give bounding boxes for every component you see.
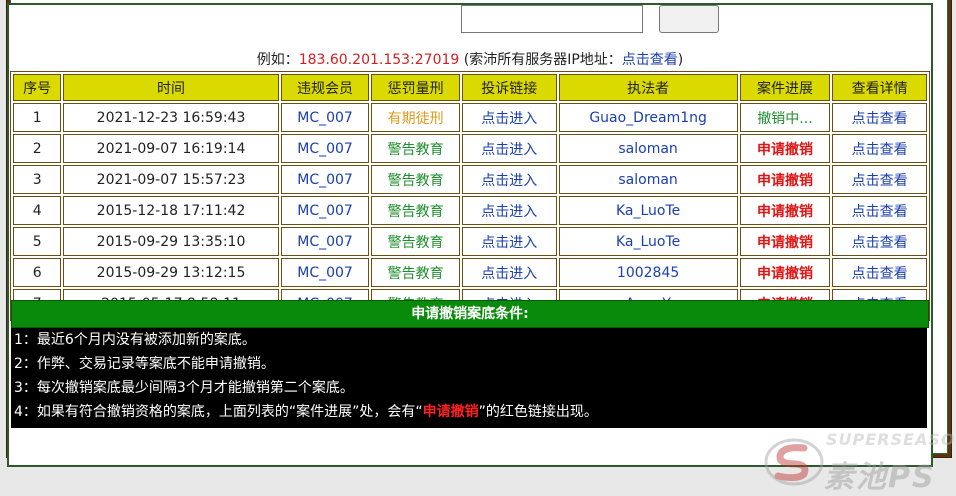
search-input[interactable] — [461, 5, 643, 33]
search-button[interactable] — [659, 5, 719, 33]
row-time: 2015-09-29 13:35:10 — [63, 227, 279, 256]
row-complaint-link[interactable]: 点击进入 — [461, 103, 557, 132]
row-details-link[interactable]: 点击查看 — [832, 258, 927, 287]
row-complaint-link[interactable]: 点击进入 — [461, 134, 557, 163]
condition-line-3: 3：每次撤销案底最少间隔3个月才能撤销第二个案底。 — [14, 380, 354, 396]
condition-line-4-prefix: 4：如果有符合撤销资格的案底，上面列表的“案件进展”处，会有“ — [14, 404, 423, 420]
condition-line-4: 4：如果有符合撤销资格的案底，上面列表的“案件进展”处，会有“申请撤销”的红色链… — [11, 400, 927, 424]
table-row: 1 2021-12-23 16:59:43 MC_007 有期徒刑 点击进入 Guao_D… — [13, 103, 927, 132]
row-enforcer-link[interactable]: Ka_LuoTe — [558, 227, 738, 256]
row-member-link[interactable]: MC_007 — [280, 258, 370, 287]
row-enforcer-link[interactable]: 1002845 — [558, 258, 738, 287]
row-number: 2 — [13, 134, 62, 163]
table-row: 3 2021-09-07 15:57:23 MC_007 警告教育 点击进入 saloma… — [13, 165, 927, 194]
row-punishment: 警告教育 — [371, 134, 460, 163]
row-punishment: 有期徒刑 — [371, 103, 460, 132]
example-middle: (索沛所有服务器IP地址： — [459, 52, 622, 68]
condition-line-4-highlight: 申请撤销 — [422, 404, 479, 420]
condition-line-4-suffix: ”的红色链接出现。 — [478, 404, 598, 420]
row-enforcer-link[interactable]: Ka_LuoTe — [558, 196, 738, 225]
example-prefix: 例如： — [256, 52, 299, 68]
row-progress[interactable]: 申请撤销 — [739, 227, 831, 256]
watermark-s-icon — [764, 438, 824, 486]
header-progress: 案件进展 — [739, 74, 831, 101]
header-enforcer: 执法者 — [558, 74, 738, 101]
row-member-link[interactable]: MC_007 — [280, 103, 370, 132]
conditions-body: 1：最近6个月内没有被添加新的案底。 2：作弊、交易记录等案底不能申请撤销。 3… — [11, 328, 927, 428]
row-details-link[interactable]: 点击查看 — [832, 165, 927, 194]
row-details-link[interactable]: 点击查看 — [832, 103, 927, 132]
row-number: 3 — [13, 165, 62, 194]
table-header-row: 序号 时间 违规会员 惩罚量刑 投诉链接 执法者 案件进展 查看详情 — [13, 74, 927, 101]
row-enforcer-link[interactable]: saloman — [558, 165, 738, 194]
row-time: 2021-12-23 16:59:43 — [63, 103, 279, 132]
header-no: 序号 — [13, 74, 62, 101]
conditions-title: 申请撤销案底条件: — [11, 300, 929, 328]
row-punishment: 警告教育 — [371, 227, 460, 256]
row-progress[interactable]: 申请撤销 — [739, 258, 831, 287]
row-punishment: 警告教育 — [371, 196, 460, 225]
row-time: 2021-09-07 16:19:14 — [63, 134, 279, 163]
row-progress[interactable]: 申请撤销 — [739, 134, 831, 163]
watermark-top-text: SUPERSEASON — [826, 430, 956, 449]
row-complaint-link[interactable]: 点击进入 — [461, 227, 557, 256]
row-progress[interactable]: 申请撤销 — [739, 165, 831, 194]
row-details-link[interactable]: 点击查看 — [832, 196, 927, 225]
row-number: 6 — [13, 258, 62, 287]
condition-line-1: 1：最近6个月内没有被添加新的案底。 — [14, 332, 256, 348]
row-punishment: 警告教育 — [371, 258, 460, 287]
watermark-logo: SUPERSEASON 素池PS — [764, 430, 956, 495]
row-progress[interactable]: 申请撤销 — [739, 196, 831, 225]
row-member-link[interactable]: MC_007 — [280, 165, 370, 194]
table-row: 4 2015-12-18 17:11:42 MC_007 警告教育 点击进入 Ka_Luo… — [13, 196, 927, 225]
header-details: 查看详情 — [832, 74, 927, 101]
row-number: 5 — [13, 227, 62, 256]
row-complaint-link[interactable]: 点击进入 — [461, 258, 557, 287]
server-example-line: 例如：183.60.201.153:27019 (索沛所有服务器IP地址：点击查… — [9, 49, 931, 69]
case-table: 序号 时间 违规会员 惩罚量刑 投诉链接 执法者 案件进展 查看详情 1 2021… — [10, 71, 930, 321]
example-suffix: ) — [677, 52, 684, 68]
row-member-link[interactable]: MC_007 — [280, 196, 370, 225]
row-enforcer-link[interactable]: saloman — [558, 134, 738, 163]
header-punishment: 惩罚量刑 — [371, 74, 460, 101]
server-list-link[interactable]: 点击查看 — [622, 52, 678, 68]
row-enforcer-link[interactable]: Guao_Dream1ng — [558, 103, 738, 132]
row-number: 1 — [13, 103, 62, 132]
row-time: 2015-09-29 13:12:15 — [63, 258, 279, 287]
header-time: 时间 — [63, 74, 279, 101]
row-complaint-link[interactable]: 点击进入 — [461, 165, 557, 194]
row-details-link[interactable]: 点击查看 — [832, 227, 927, 256]
row-number: 4 — [13, 196, 62, 225]
table-row: 2 2021-09-07 16:19:14 MC_007 警告教育 点击进入 saloma… — [13, 134, 927, 163]
header-complaint: 投诉链接 — [461, 74, 557, 101]
row-punishment: 警告教育 — [371, 165, 460, 194]
row-progress[interactable]: 撤销中... — [739, 103, 831, 132]
row-member-link[interactable]: MC_007 — [280, 227, 370, 256]
example-ip: 183.60.201.153:27019 — [298, 52, 460, 68]
row-time: 2021-09-07 15:57:23 — [63, 165, 279, 194]
row-details-link[interactable]: 点击查看 — [832, 134, 927, 163]
row-member-link[interactable]: MC_007 — [280, 134, 370, 163]
row-time: 2015-12-18 17:11:42 — [63, 196, 279, 225]
watermark-bottom-text: 素池PS — [824, 460, 936, 495]
table-row: 5 2015-09-29 13:35:10 MC_007 警告教育 点击进入 Ka_Luo… — [13, 227, 927, 256]
condition-line-2: 2：作弊、交易记录等案底不能申请撤销。 — [14, 356, 275, 372]
row-complaint-link[interactable]: 点击进入 — [461, 196, 557, 225]
header-member: 违规会员 — [280, 74, 370, 101]
table-row: 6 2015-09-29 13:12:15 MC_007 警告教育 点击进入 100284… — [13, 258, 927, 287]
